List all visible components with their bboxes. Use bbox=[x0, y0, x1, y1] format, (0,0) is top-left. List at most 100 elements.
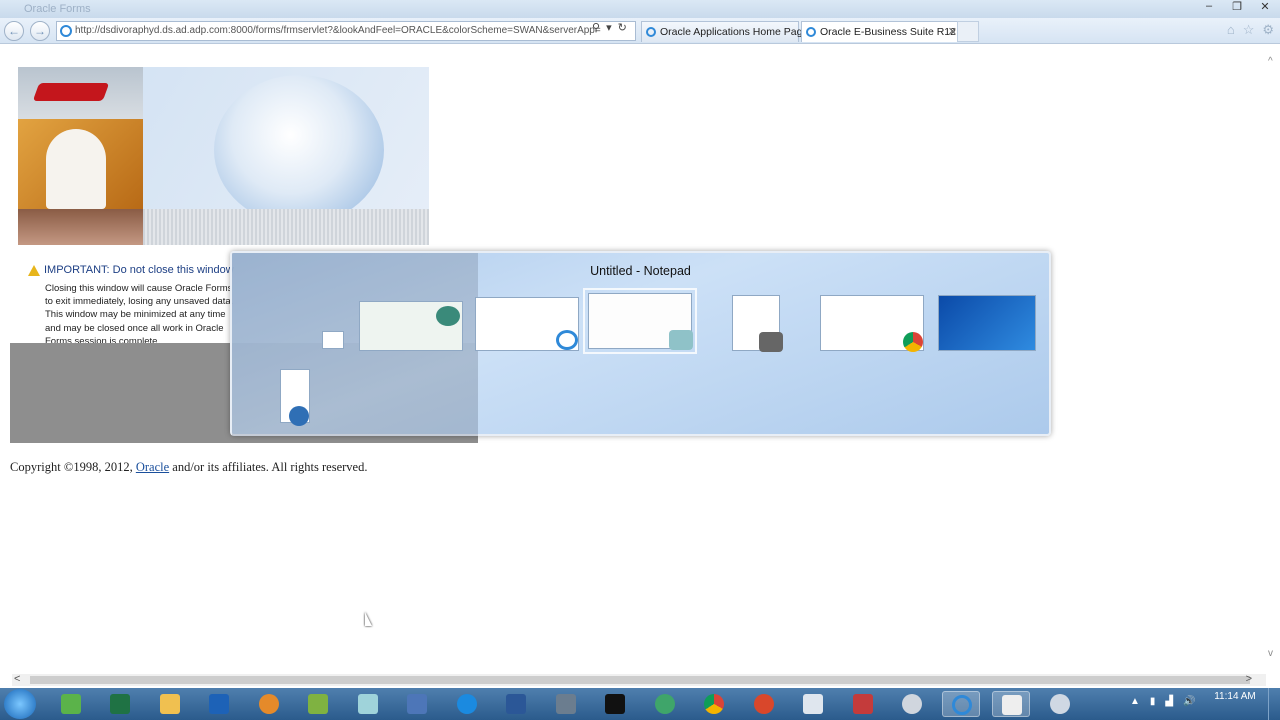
taskbar-paint[interactable] bbox=[893, 691, 931, 717]
taskbar-chart-app[interactable] bbox=[299, 691, 337, 717]
start-button[interactable] bbox=[4, 689, 36, 719]
notepad-icon bbox=[358, 694, 378, 714]
address-text: http://dsdivoraphyd.ds.ad.adp.com:8000/f… bbox=[75, 25, 601, 36]
taskbar-outlook[interactable] bbox=[200, 691, 238, 717]
taskbar-filezilla[interactable] bbox=[745, 691, 783, 717]
gear-icon bbox=[1050, 694, 1070, 714]
close-tab-icon[interactable]: ✕ bbox=[948, 22, 957, 42]
remote-desktop-icon bbox=[407, 694, 427, 714]
tray-expand-icon[interactable]: ▲ bbox=[1130, 696, 1140, 707]
clock[interactable]: 11:14 AM bbox=[1212, 691, 1258, 702]
app-icon bbox=[436, 306, 460, 326]
scroll-left-icon[interactable]: < bbox=[14, 673, 20, 685]
taskbar-camstudio[interactable] bbox=[992, 691, 1030, 717]
thumb-chrome[interactable] bbox=[820, 295, 924, 352]
search-icon[interactable]: ⚲ bbox=[592, 21, 600, 34]
system-tray: ▲ ▮ ▟ 🔊 bbox=[1130, 696, 1196, 707]
switcher-title: Untitled - Notepad bbox=[590, 264, 691, 278]
window-controls: – ❐ ✕ bbox=[1202, 0, 1272, 13]
app-icon bbox=[289, 406, 309, 426]
browser-navbar: ← → http://dsdivoraphyd.ds.ad.adp.com:80… bbox=[0, 18, 1280, 44]
taskbar-settings[interactable] bbox=[1041, 691, 1079, 717]
taskbar-snipping[interactable] bbox=[844, 691, 882, 717]
tool-icon bbox=[556, 694, 576, 714]
chevron-down-icon[interactable]: ▾ bbox=[606, 21, 612, 34]
camstudio-icon bbox=[759, 332, 783, 352]
taskbar-excel[interactable] bbox=[101, 691, 139, 717]
hands-photo bbox=[18, 209, 143, 245]
taskbar: ▲ ▮ ▟ 🔊 11:14 AM bbox=[0, 688, 1280, 720]
warning-body: Closing this window will cause Oracle Fo… bbox=[45, 283, 234, 347]
window-titlebar: Oracle Forms – ❐ ✕ bbox=[0, 0, 1280, 18]
minimize-button[interactable]: – bbox=[1202, 0, 1216, 13]
thumb-ie-window[interactable] bbox=[475, 297, 579, 351]
thumb-ebs-dashboard[interactable] bbox=[359, 301, 463, 351]
taskbar-java[interactable] bbox=[250, 691, 288, 717]
volume-icon[interactable]: 🔊 bbox=[1183, 696, 1195, 707]
vertical-scrollbar[interactable]: ^ v bbox=[1266, 44, 1280, 674]
window-switcher: Untitled - Notepad bbox=[230, 251, 1051, 436]
gear-icon[interactable]: ⚙ bbox=[1262, 22, 1274, 38]
paint-icon bbox=[902, 694, 922, 714]
taskbar-explorer[interactable] bbox=[151, 691, 189, 717]
scroll-right-icon[interactable]: > bbox=[1246, 673, 1252, 685]
thumb-notepad[interactable] bbox=[583, 288, 697, 354]
ie-icon bbox=[952, 695, 972, 715]
taskbar-word[interactable] bbox=[497, 691, 535, 717]
ie-page-icon bbox=[60, 25, 72, 37]
signal-icon[interactable]: ▟ bbox=[1165, 696, 1173, 707]
thumb-outlook[interactable] bbox=[280, 369, 310, 426]
scroll-up-icon[interactable]: ^ bbox=[1268, 56, 1273, 67]
home-icon[interactable]: ⌂ bbox=[1227, 22, 1235, 38]
camstudio-icon bbox=[1002, 695, 1022, 715]
oracle-link[interactable]: Oracle bbox=[136, 460, 169, 474]
atom-icon bbox=[655, 694, 675, 714]
person-photo bbox=[18, 119, 143, 209]
airplane-photo bbox=[18, 67, 143, 119]
address-bar[interactable]: http://dsdivoraphyd.ds.ad.adp.com:8000/f… bbox=[56, 21, 636, 41]
ie-tab-icon bbox=[806, 27, 816, 37]
taskbar-skype[interactable] bbox=[448, 691, 486, 717]
tab-oracle-ebs-r12[interactable]: Oracle E-Business Suite R12 ✕ bbox=[801, 21, 978, 42]
globe-image bbox=[214, 75, 384, 225]
taskbar-virtualbox[interactable] bbox=[794, 691, 832, 717]
tab-oracle-applications-home[interactable]: Oracle Applications Home Page bbox=[641, 21, 808, 42]
thumb-desktop[interactable] bbox=[938, 295, 1036, 351]
maximize-button[interactable]: ❐ bbox=[1230, 0, 1244, 13]
notepad-icon bbox=[669, 330, 693, 350]
taskbar-chrome[interactable] bbox=[695, 691, 733, 717]
taskbar-tool[interactable] bbox=[547, 691, 585, 717]
java-icon bbox=[259, 694, 279, 714]
forward-button[interactable]: → bbox=[30, 21, 50, 41]
horizontal-scrollbar[interactable]: < > bbox=[12, 673, 1266, 686]
forward-icon: → bbox=[34, 24, 46, 38]
taskbar-cmd[interactable] bbox=[596, 691, 634, 717]
mouse-cursor bbox=[365, 612, 372, 626]
warning-icon bbox=[28, 264, 40, 276]
oracle-banner-image bbox=[18, 67, 429, 245]
network-icon bbox=[61, 694, 81, 714]
thumb-small-window[interactable] bbox=[322, 331, 344, 349]
tab-label: Oracle E-Business Suite R12 bbox=[820, 26, 956, 38]
new-tab-button[interactable] bbox=[957, 21, 979, 42]
favorites-icon[interactable]: ☆ bbox=[1243, 22, 1255, 38]
refresh-icon[interactable]: ↻ bbox=[618, 21, 627, 34]
taskbar-remote[interactable] bbox=[398, 691, 436, 717]
skype-icon bbox=[457, 694, 477, 714]
network-tray-icon[interactable]: ▮ bbox=[1150, 696, 1156, 707]
taskbar-atom[interactable] bbox=[646, 691, 684, 717]
scroll-down-icon[interactable]: v bbox=[1268, 648, 1273, 659]
taskbar-ie[interactable] bbox=[942, 691, 980, 717]
banner-stripe bbox=[143, 209, 429, 245]
show-desktop-button[interactable] bbox=[1268, 688, 1280, 720]
address-tools: ⚲ ▾ ↻ bbox=[592, 21, 627, 34]
taskbar-notepad[interactable] bbox=[349, 691, 387, 717]
taskbar-app-network[interactable] bbox=[52, 691, 90, 717]
back-button[interactable]: ← bbox=[4, 21, 24, 41]
scrollbar-thumb[interactable] bbox=[30, 676, 1250, 684]
excel-icon bbox=[110, 694, 130, 714]
cmd-icon bbox=[605, 694, 625, 714]
tab-label: Oracle Applications Home Page bbox=[660, 26, 809, 38]
close-window-button[interactable]: ✕ bbox=[1258, 0, 1272, 13]
thumb-camstudio[interactable] bbox=[732, 295, 783, 352]
